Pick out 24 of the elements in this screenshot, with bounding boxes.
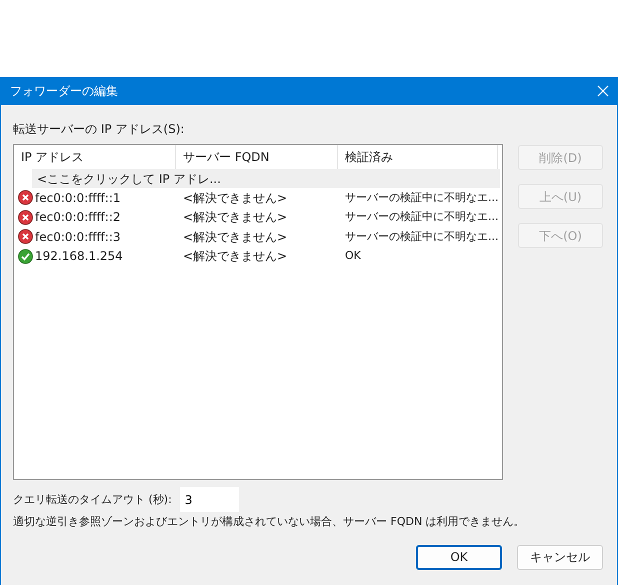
- validation-cell-text: OK: [345, 248, 361, 264]
- servers-label: 転送サーバーの IP アドレス(S):: [13, 121, 186, 138]
- close-icon[interactable]: [597, 85, 609, 97]
- note-text: 適切な逆引き参照ゾーンおよびエントリが構成されていない場合、サーバー FQDN は利用できません。: [13, 514, 526, 530]
- dialog-button[interactable]: キャンセル: [517, 544, 603, 570]
- check-icon: [18, 248, 33, 264]
- validation-cell-text: サーバーの検証中に不明なエ...: [345, 190, 498, 206]
- ip-cell-text: fec0:0:0:ffff::1: [35, 190, 120, 207]
- window-title: フォワーダーの編集: [10, 83, 118, 100]
- ip-cell-text: fec0:0:0:ffff::2: [35, 209, 120, 226]
- fqdn-cell-text: <解決できません>: [183, 209, 288, 226]
- ip-cell-text: 192.168.1.254: [35, 248, 123, 266]
- dialog-button[interactable]: OK: [416, 544, 502, 570]
- ip-cell-text: fec0:0:0:ffff::3: [35, 228, 120, 246]
- error-icon: [18, 210, 33, 225]
- fqdn-cell-text: <解決できません>: [183, 248, 288, 266]
- validation-cell-text: サーバーの検証中に不明なエ...: [345, 228, 498, 244]
- timeout-field[interactable]: 3: [180, 487, 239, 512]
- error-icon: [18, 229, 33, 244]
- error-icon: [18, 190, 33, 206]
- fqdn-cell-text: <解決できません>: [183, 190, 288, 207]
- fqdn-cell-text: <解決できません>: [183, 228, 288, 246]
- timeout-label: クエリ転送のタイムアウト (秒):: [13, 492, 172, 508]
- validation-cell-text: サーバーの検証中に不明なエ...: [345, 209, 498, 225]
